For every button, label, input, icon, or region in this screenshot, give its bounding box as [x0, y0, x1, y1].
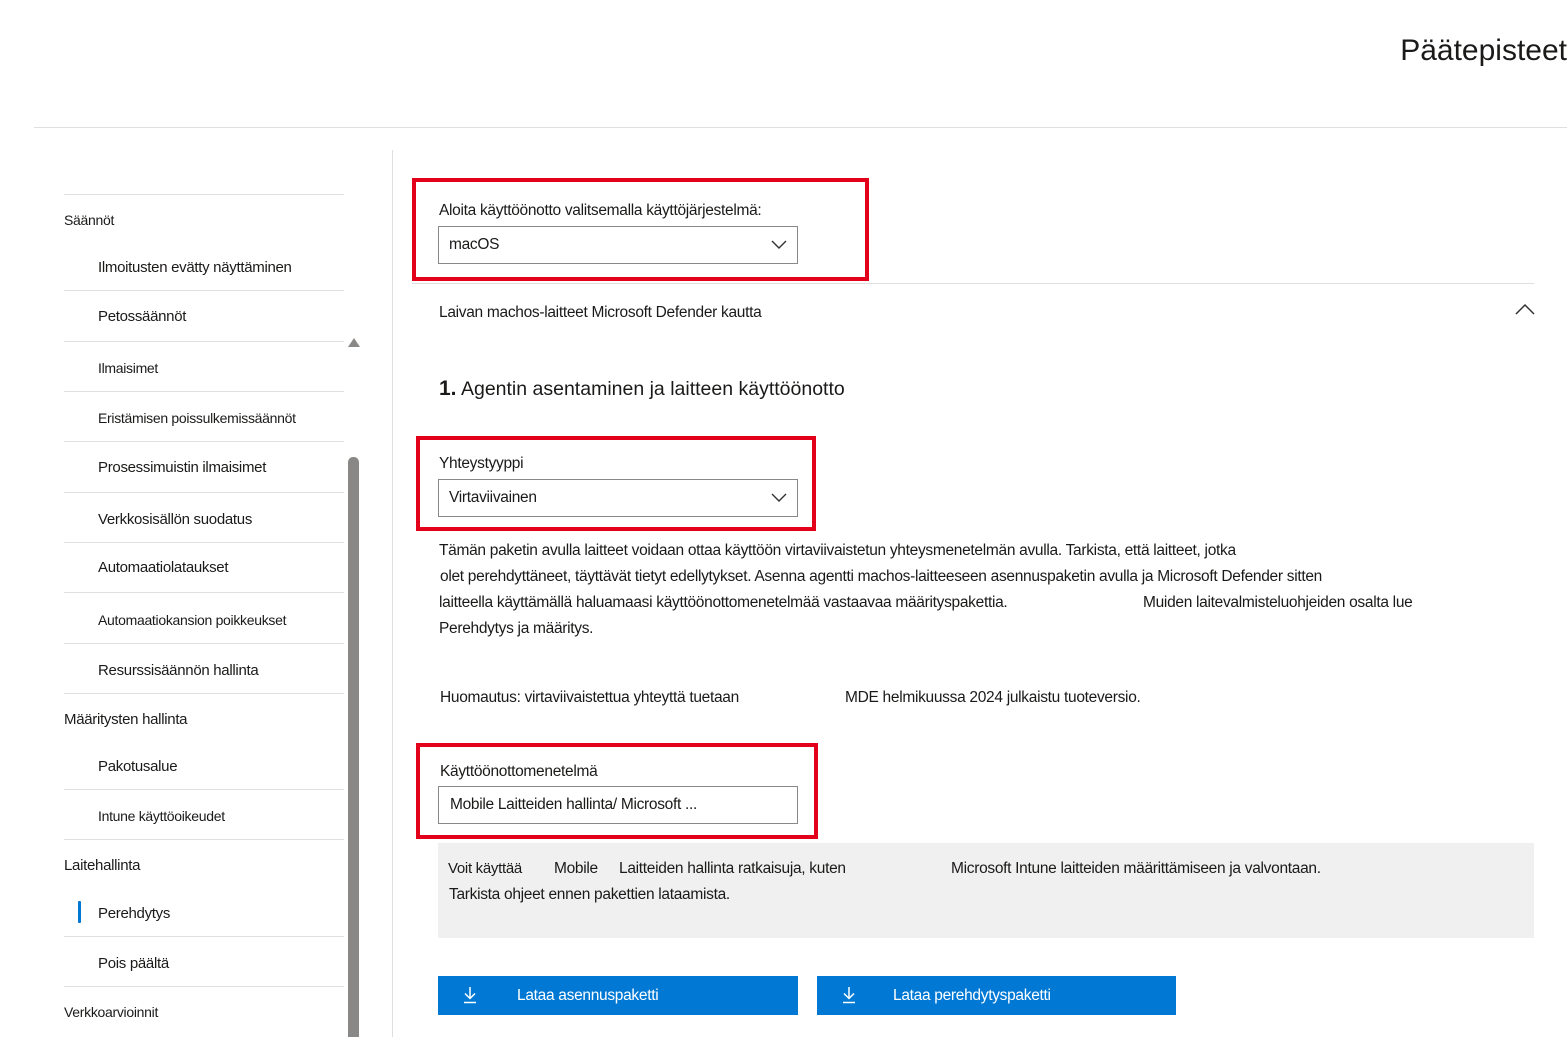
section-divider [412, 283, 1534, 284]
sidebar-item-offboarding[interactable]: Pois päältä [64, 955, 344, 972]
os-dropdown-value: macOS [449, 236, 500, 253]
sidebar-item-enforcement-scope[interactable]: Pakotusalue [64, 758, 344, 775]
info-text-a: Voit käyttää [448, 860, 522, 877]
sidebar-group-configuration-management[interactable]: Määritysten hallinta [64, 711, 344, 728]
sidebar-item-fraud-rules[interactable]: Petossäännöt [64, 308, 344, 325]
nav-separator [64, 441, 344, 442]
description-line-3a: laitteella käyttämällä haluamaasi käyttö… [439, 594, 1008, 611]
connection-type-value: Virtaviivainen [449, 489, 537, 506]
sidebar-divider [392, 150, 393, 1037]
description-line-3b: Muiden laitevalmisteluohjeiden osalta lu… [1143, 594, 1413, 611]
scroll-up-arrow-icon[interactable] [348, 338, 360, 347]
os-dropdown[interactable]: macOS [438, 226, 798, 264]
download-icon [843, 987, 855, 1004]
sidebar-item-web-content-filtering[interactable]: Verkkosisällön suodatus [64, 511, 344, 528]
download-install-package-label: Lataa asennuspaketti [517, 987, 659, 1004]
sidebar-item-onboarding[interactable]: Perehdytys [64, 905, 344, 922]
sidebar-item-intune-permissions[interactable]: Intune käyttöoikeudet [64, 808, 344, 824]
sidebar-item-automation-folder-exclusions[interactable]: Automaatiokansion poikkeukset [64, 612, 344, 628]
info-text-d: Microsoft Intune laitteiden määrittämise… [951, 860, 1321, 877]
nav-separator [64, 341, 344, 342]
note-text-a: Huomautus: virtaviivaistettua yhteyttä t… [440, 689, 739, 706]
sidebar-item-indicators[interactable]: Ilmaisimet [64, 360, 344, 376]
sidebar-group-rules[interactable]: Säännöt [64, 212, 344, 228]
info-text-c: Laitteiden hallinta ratkaisuja, kuten [619, 860, 846, 877]
sidebar-item-isolation-exclusions[interactable]: Eristämisen poissulkemissäännöt [64, 410, 344, 426]
nav-separator [64, 643, 344, 644]
section-title: Laivan machos-laitteet Microsoft Defende… [439, 304, 762, 321]
deployment-method-value: Mobile Laitteiden hallinta/ Microsoft ..… [450, 796, 698, 813]
os-label: Aloita käyttöönotto valitsemalla käyttöj… [439, 202, 762, 219]
page-title: Päätepisteet [1400, 34, 1567, 67]
description-line-2: olet perehdyttäneet, täyttävät tietyt ed… [440, 568, 1322, 585]
deployment-method-dropdown[interactable]: Mobile Laitteiden hallinta/ Microsoft ..… [438, 786, 798, 824]
step-heading: 1. Agentin asentaminen ja laitteen käytt… [439, 377, 845, 401]
download-icon [464, 987, 476, 1004]
chevron-down-icon [771, 493, 787, 502]
sidebar-item-suppression[interactable]: Ilmoitusten evätty näyttäminen [64, 259, 344, 276]
nav-separator [64, 693, 344, 694]
chevron-down-icon [771, 240, 787, 249]
download-onboarding-package-label: Lataa perehdytyspaketti [893, 987, 1051, 1004]
chevron-up-icon[interactable] [1514, 302, 1536, 316]
connection-type-dropdown[interactable]: Virtaviivainen [438, 479, 798, 517]
nav-separator [64, 839, 344, 840]
deployment-method-label: Käyttöönottomenetelmä [440, 763, 598, 780]
info-text-b: Mobile [554, 860, 598, 877]
step-number: 1. [439, 377, 457, 400]
connection-type-label: Yhteystyyppi [439, 455, 524, 472]
info-text-line-2: Tarkista ohjeet ennen pakettien lataamis… [449, 886, 730, 903]
download-install-package-button[interactable]: Lataa asennuspaketti [438, 976, 798, 1015]
nav-separator [64, 936, 344, 937]
sidebar-scrollbar-thumb[interactable] [348, 457, 359, 1037]
download-onboarding-package-button[interactable]: Lataa perehdytyspaketti [817, 976, 1176, 1015]
sidebar-group-network-assessments[interactable]: Verkkoarvioinnit [64, 1004, 344, 1020]
header-divider [34, 127, 1567, 128]
nav-separator [64, 290, 344, 291]
nav-separator [64, 542, 344, 543]
description-line-1: Tämän paketin avulla laitteet voidaan ot… [439, 542, 1236, 559]
note-text-b: MDE helmikuussa 2024 julkaistu tuotevers… [845, 689, 1141, 706]
nav-separator [64, 986, 344, 987]
sidebar-nav: Säännöt Ilmoitusten evätty näyttäminen P… [0, 150, 392, 1037]
nav-separator [64, 789, 344, 790]
nav-separator [64, 592, 344, 593]
nav-separator [64, 391, 344, 392]
step-title: Agentin asentaminen ja laitteen käyttöön… [460, 378, 845, 400]
onboarding-docs-link[interactable]: Perehdytys ja määritys. [439, 620, 593, 638]
nav-separator [64, 194, 344, 195]
nav-separator [64, 492, 344, 493]
sidebar-item-asset-rule-management[interactable]: Resurssisäännön hallinta [64, 662, 344, 679]
sidebar-item-memory-indicators[interactable]: Prosessimuistin ilmaisimet [64, 459, 344, 476]
sidebar-group-device-management[interactable]: Laitehallinta [64, 857, 344, 874]
sidebar-item-automation-uploads[interactable]: Automaatiolataukset [64, 559, 344, 576]
